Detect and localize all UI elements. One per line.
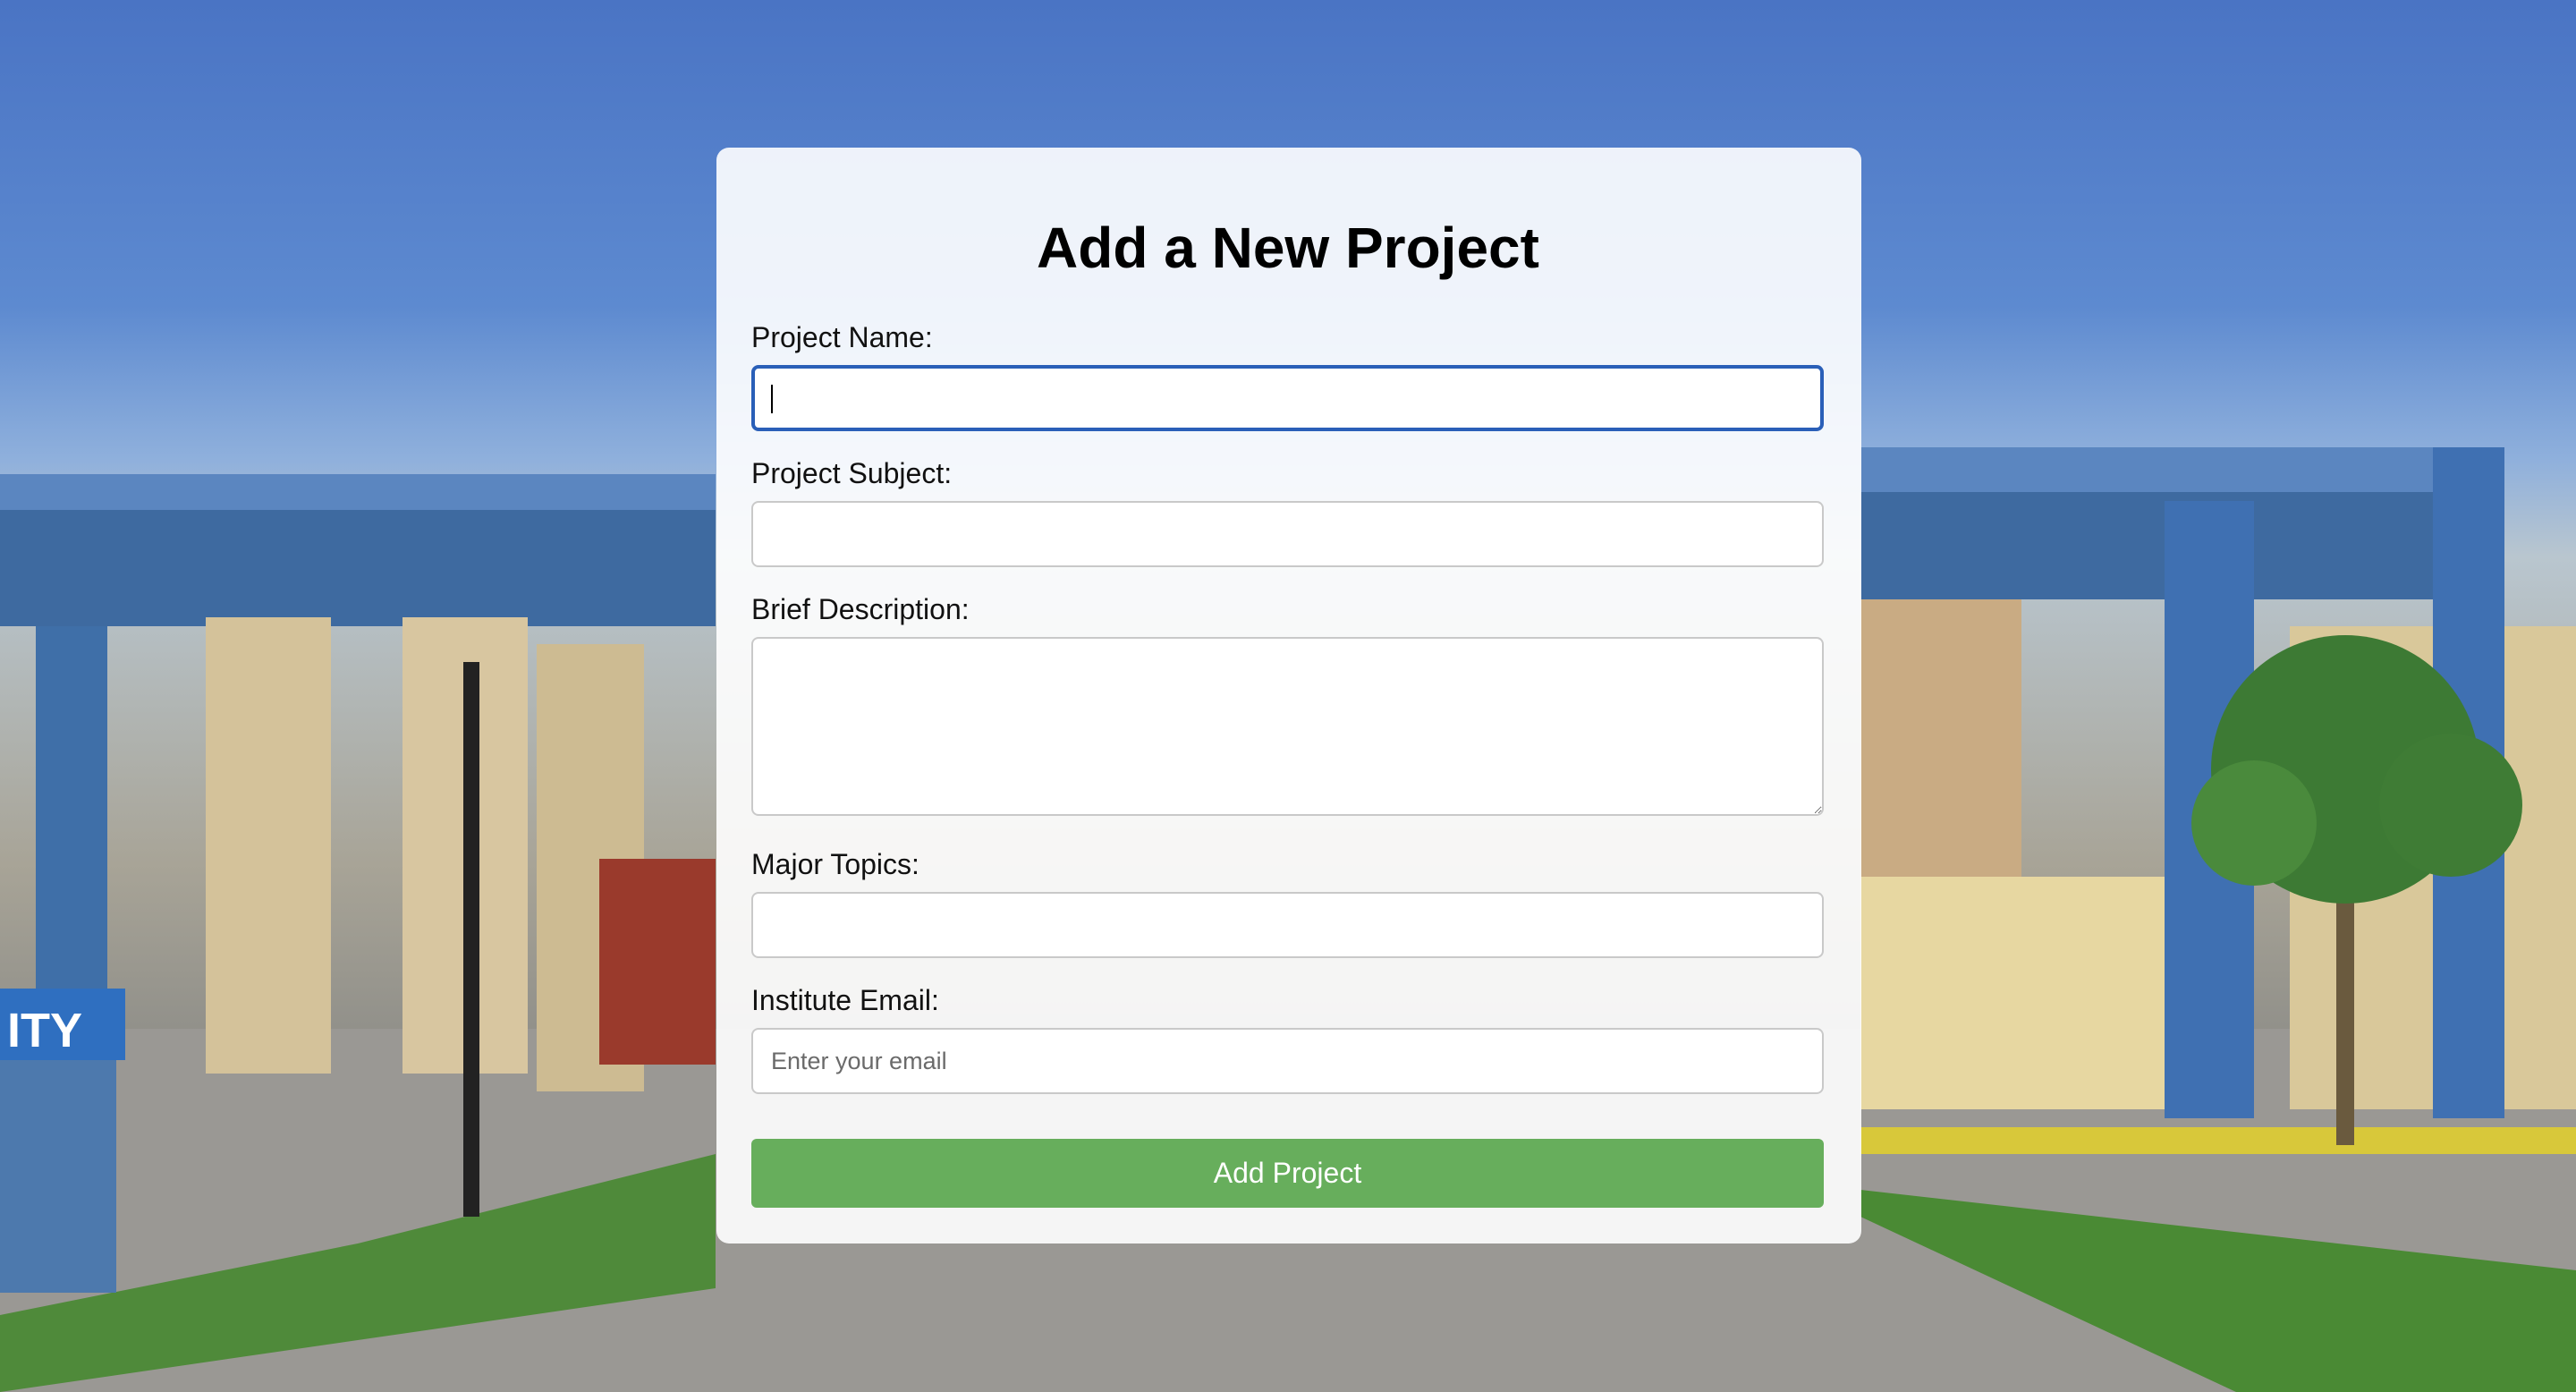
brief-description-textarea[interactable] (751, 637, 1824, 816)
background-sign-text: ITY (7, 1004, 82, 1057)
project-subject-input[interactable] (751, 501, 1824, 567)
brief-description-label: Brief Description: (751, 593, 970, 625)
project-name-input[interactable] (751, 365, 1824, 431)
text-cursor (771, 385, 773, 413)
institute-email-label: Institute Email: (751, 984, 939, 1016)
add-project-button[interactable]: Add Project (751, 1139, 1824, 1208)
page-title: Add a New Project (1037, 216, 1539, 280)
institute-email-input[interactable] (751, 1028, 1824, 1094)
major-topics-input[interactable] (751, 892, 1824, 958)
project-name-label: Project Name: (751, 321, 933, 353)
major-topics-label: Major Topics: (751, 848, 919, 880)
project-subject-label: Project Subject: (751, 457, 953, 489)
